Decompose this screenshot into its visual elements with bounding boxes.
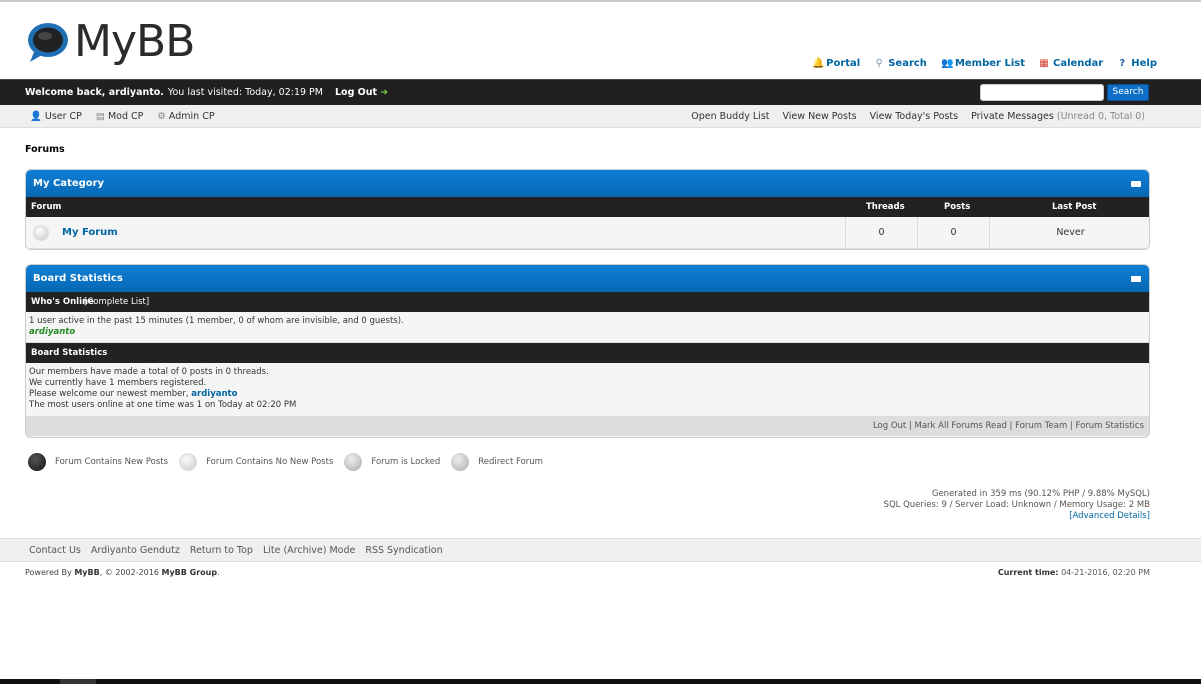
user-panel: 👤 User CP ▤ Mod CP ⚙ Admin CP Open Buddy… bbox=[0, 105, 1201, 128]
category-table: My Category Forum Threads Posts Last Pos… bbox=[25, 169, 1150, 250]
forum-posts: 0 bbox=[917, 217, 989, 249]
col-forum: Forum bbox=[31, 202, 62, 212]
whos-online-body: 1 user active in the past 15 minutes (1 … bbox=[26, 312, 1149, 343]
member-list-link[interactable]: 👥 Member List bbox=[941, 58, 1025, 69]
forum-lastpost: Never bbox=[989, 217, 1149, 249]
online-user-link[interactable]: ardiyanto bbox=[29, 327, 1146, 338]
rss-link[interactable]: RSS Syndication bbox=[365, 545, 442, 556]
lite-mode-link[interactable]: Lite (Archive) Mode bbox=[263, 545, 355, 556]
lock-icon bbox=[344, 453, 363, 471]
forum-row: My Forum 0 0 Never bbox=[26, 217, 1149, 249]
new-posts-icon bbox=[28, 453, 46, 471]
advanced-details-link[interactable]: [Advanced Details] bbox=[884, 511, 1150, 522]
search-link[interactable]: ⚲ Search bbox=[874, 58, 927, 69]
contact-us-link[interactable]: Contact Us bbox=[29, 545, 81, 556]
bell-icon: 🔔 bbox=[812, 58, 825, 69]
forum-name-link[interactable]: My Forum bbox=[62, 227, 118, 238]
logout-link[interactable]: Log Out bbox=[335, 87, 377, 98]
arrow-right-icon: ➜ bbox=[380, 87, 389, 98]
online-summary: 1 user active in the past 15 minutes (1 … bbox=[29, 316, 404, 326]
stats-title: Board Statistics bbox=[33, 273, 123, 284]
top-border bbox=[0, 0, 1201, 2]
col-posts: Posts bbox=[944, 202, 971, 212]
private-messages-link[interactable]: Private Messages (Unread 0, Total 0) bbox=[971, 111, 1145, 122]
return-to-top-link[interactable]: Return to Top bbox=[190, 545, 253, 556]
speech-bubble-icon bbox=[28, 23, 68, 62]
category-header[interactable]: My Category bbox=[26, 170, 1149, 197]
legend-new-posts: Forum Contains New Posts bbox=[28, 453, 168, 471]
calendar-link[interactable]: ▦ Calendar bbox=[1039, 58, 1103, 69]
user-icon: 👤 bbox=[30, 111, 42, 122]
breadcrumb[interactable]: Forums bbox=[25, 144, 65, 155]
user-cp-link[interactable]: 👤 User CP bbox=[30, 111, 82, 122]
col-threads: Threads bbox=[866, 202, 905, 212]
last-visit: You last visited: Today, 02:19 PM bbox=[167, 87, 323, 98]
copyright: Powered By MyBB, © 2002-2016 MyBB Group. bbox=[25, 568, 220, 577]
whos-online-header: Who's Online [Complete List] bbox=[26, 292, 1149, 312]
forum-status-icon bbox=[33, 225, 49, 241]
site-name-link[interactable]: Ardiyanto Gendutz bbox=[91, 545, 180, 556]
stats-line-posts: Our members have made a total of 0 posts… bbox=[29, 367, 269, 377]
collapse-icon[interactable] bbox=[1131, 276, 1141, 282]
buddy-list-link[interactable]: Open Buddy List bbox=[691, 111, 769, 122]
pm-counts: (Unread 0, Total 0) bbox=[1056, 111, 1145, 122]
redirect-icon bbox=[451, 453, 470, 471]
complete-list-link[interactable]: [Complete List] bbox=[84, 292, 149, 312]
todays-posts-link[interactable]: View Today's Posts bbox=[870, 111, 958, 122]
forum-threads: 0 bbox=[845, 217, 917, 249]
gear-icon: ⚙ bbox=[157, 111, 166, 122]
stats-line-members: We currently have 1 members registered. bbox=[29, 378, 207, 388]
debug-sql: SQL Queries: 9 / Server Load: Unknown / … bbox=[883, 500, 1150, 510]
stats-header[interactable]: Board Statistics bbox=[26, 265, 1149, 292]
stats-line-record: The most users online at one time was 1 … bbox=[29, 400, 297, 410]
legend-redirect: Redirect Forum bbox=[451, 453, 543, 471]
stats-line-newest: Please welcome our newest member, ardiya… bbox=[29, 389, 238, 399]
mybb-logo[interactable]: MyBB bbox=[26, 16, 195, 68]
taskbar bbox=[0, 679, 1201, 684]
portal-link[interactable]: 🔔 Portal bbox=[812, 58, 860, 69]
collapse-icon[interactable] bbox=[1131, 181, 1141, 187]
taskbar-segment bbox=[60, 679, 96, 684]
stats-footer-links[interactable]: Log Out | Mark All Forums Read | Forum T… bbox=[26, 417, 1149, 436]
mybb-link[interactable]: MyBB bbox=[74, 568, 99, 577]
debug-generated: Generated in 359 ms (90.12% PHP / 9.88% … bbox=[931, 489, 1150, 499]
search-button[interactable]: Search bbox=[1107, 84, 1149, 101]
legend-no-new-posts: Forum Contains No New Posts bbox=[179, 453, 333, 471]
forum-column-headers: Forum Threads Posts Last Post bbox=[26, 197, 1149, 217]
new-posts-link[interactable]: View New Posts bbox=[783, 111, 857, 122]
board-stats-subheader: Board Statistics bbox=[26, 343, 1149, 363]
current-time: Current time: 04-21-2016, 02:20 PM bbox=[997, 568, 1150, 577]
calendar-icon: ▦ bbox=[1039, 58, 1049, 69]
search-input[interactable] bbox=[980, 84, 1104, 101]
category-title[interactable]: My Category bbox=[33, 178, 104, 189]
admin-cp-link[interactable]: ⚙ Admin CP bbox=[157, 111, 214, 122]
document-icon: ▤ bbox=[95, 111, 105, 122]
search-icon: ⚲ bbox=[875, 58, 883, 69]
footer-links: Contact Us Ardiyanto Gendutz Return to T… bbox=[0, 538, 1201, 562]
board-stats-body: Our members have made a total of 0 posts… bbox=[26, 363, 1149, 417]
logo-text: MyBB bbox=[74, 16, 195, 67]
help-link[interactable]: ? Help bbox=[1117, 58, 1157, 69]
debug-info: Generated in 359 ms (90.12% PHP / 9.88% … bbox=[884, 489, 1150, 522]
board-statistics-table: Board Statistics Who's Online [Complete … bbox=[25, 264, 1150, 438]
help-icon: ? bbox=[1119, 58, 1126, 69]
forum-legend: Forum Contains New Posts Forum Contains … bbox=[28, 453, 554, 471]
newest-member-link[interactable]: ardiyanto bbox=[191, 389, 237, 399]
no-new-posts-icon bbox=[179, 453, 198, 471]
top-links: 🔔 Portal ⚲ Search 👥 Member List ▦ Calendar ?… bbox=[812, 58, 1157, 69]
mod-cp-link[interactable]: ▤ Mod CP bbox=[96, 111, 143, 122]
members-icon: 👥 bbox=[940, 58, 954, 69]
welcome-greeting: Welcome back, ardiyanto. bbox=[25, 87, 164, 98]
mybb-group-link[interactable]: MyBB Group bbox=[161, 568, 217, 577]
board-stats-subtitle: Board Statistics bbox=[31, 348, 108, 358]
col-lastpost: Last Post bbox=[1052, 202, 1097, 212]
legend-locked: Forum is Locked bbox=[344, 453, 440, 471]
